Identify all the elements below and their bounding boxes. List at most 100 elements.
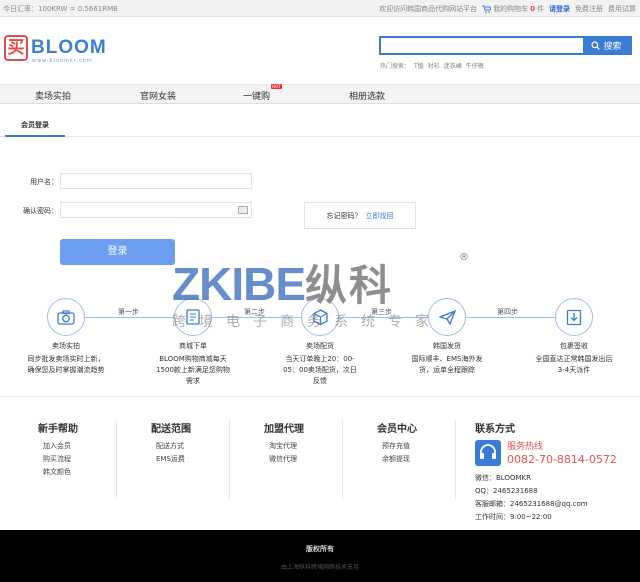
step-title: 卖场配货	[306, 342, 334, 350]
forgot-password-text: 忘记密码？	[326, 211, 362, 220]
tab-member-login[interactable]: 会员登录	[5, 115, 65, 137]
process-steps: 第一步 第二步 第三步 第四步 卖场实拍 同步批发卖场实时上新，确保您及时掌握潮…	[0, 290, 640, 385]
exchange-rate: 今日汇率：100KRW = 0.5661RMB	[3, 5, 118, 13]
forgot-password-box: 忘记密码？ 立即找回	[304, 202, 416, 229]
hotline-label: 服务热线	[507, 441, 544, 452]
footer-link[interactable]: 预存充值	[377, 440, 417, 453]
camera-icon	[47, 298, 85, 336]
footer-divider	[229, 419, 230, 499]
hot-keyword[interactable]: 连衣裙	[444, 61, 462, 70]
login-tabs: 会员登录	[0, 115, 640, 137]
step-title: 包裹签收	[560, 342, 588, 350]
step-title: 韩国发货	[433, 342, 461, 350]
footer-column-title: 配送范围	[151, 424, 191, 435]
username-label: 用户名：	[30, 178, 58, 186]
search-button[interactable]: 搜索	[583, 38, 630, 53]
cart-icon	[482, 5, 492, 13]
hotline-number: 0082-70-8814-0572	[507, 452, 617, 466]
step-item: 韩国发货 国际顺丰、EMS海外发货，运单全程跟踪	[407, 298, 487, 376]
copyright-text: 版权所有	[306, 545, 334, 553]
hot-keyword[interactable]: T恤	[414, 61, 424, 70]
nav-item-album-select[interactable]: 相册选款	[349, 89, 385, 102]
recover-password-link[interactable]: 立即找回	[366, 211, 394, 221]
logo-text: BLOOM	[31, 37, 107, 58]
search-input[interactable]	[381, 38, 583, 53]
footer-link[interactable]: 配送方式	[151, 440, 191, 453]
top-bar: 今日汇率：100KRW = 0.5661RMB 欢迎访问韩国商品代购网站平台 我…	[0, 0, 640, 17]
keyboard-icon[interactable]	[238, 206, 248, 214]
nav-item-one-click-buy[interactable]: 一键购	[243, 89, 270, 102]
search-box: 搜索	[379, 36, 632, 55]
search-button-label: 搜索	[603, 42, 622, 52]
username-field[interactable]	[60, 173, 252, 189]
cart-unit: 件	[537, 5, 544, 13]
box-icon	[301, 298, 339, 336]
footer-link[interactable]: 余额提现	[377, 453, 417, 466]
step-desc: 全国直达正常韩国发出后3-4天派件	[535, 355, 613, 374]
email-info: 客服邮箱：2465231688@qq.com	[475, 500, 588, 508]
step-item: 卖场配货 当天订单晚上20：00-05：00卖场配货，次日反馈	[280, 298, 360, 387]
hot-badge: HOT	[271, 84, 282, 89]
contact-title: 联系方式	[475, 424, 515, 435]
footer-link[interactable]: 购买流程	[38, 453, 78, 466]
hot-search: 热门搜索： T恤 衬衫 连衣裙 牛仔裤	[380, 61, 484, 70]
fee-calc-link[interactable]: 费用试算	[608, 4, 636, 14]
footer-column: 会员中心 预存充值 余额提现	[377, 420, 417, 466]
contact-info: 联系方式 服务热线 0082-70-8814-0572 微信：BLOOMKR Q…	[475, 420, 617, 524]
logo-url: www.bloomkr.com	[32, 58, 93, 64]
step-label: 第二步	[244, 308, 265, 316]
welcome-text: 欢迎访问韩国商品代购网站平台	[379, 5, 478, 13]
registered-mark: ®	[459, 252, 469, 263]
step-label: 第四步	[497, 308, 518, 316]
footer-column: 加盟代理 淘宝代理 微信代理	[264, 420, 304, 466]
step-item: 包裹签收 全国直达正常韩国发出后3-4天派件	[534, 298, 614, 376]
nav-item-official-womenswear[interactable]: 官网女装	[140, 89, 176, 102]
logo[interactable]: 买 BLOOM www.bloomkr.com	[4, 35, 107, 64]
step-title: 卖场实拍	[52, 342, 80, 350]
login-button[interactable]: 登录	[60, 239, 175, 265]
headset-icon	[475, 440, 501, 466]
footer-column-title: 加盟代理	[264, 424, 304, 435]
logo-mark: 买	[4, 35, 28, 61]
login-link[interactable]: 请登录	[549, 4, 570, 14]
footer-link[interactable]: 韩文颜色	[38, 466, 78, 479]
hot-search-label: 热门搜索：	[380, 63, 411, 70]
qq-info: QQ：2465231688	[475, 487, 538, 495]
footer-link[interactable]: EMS运费	[151, 453, 191, 466]
cart-link[interactable]: 我的购物车 0 件	[482, 4, 544, 14]
hot-keyword[interactable]: 衬衫	[428, 61, 440, 70]
search-icon	[591, 41, 601, 50]
step-desc: 同步批发卖场实时上新，确保您及时掌握潮流趋势	[27, 355, 105, 374]
step-item: 卖场实拍 同步批发卖场实时上新，确保您及时掌握潮流趋势	[26, 298, 106, 376]
step-desc: 国际顺丰、EMS海外发货，运单全程跟踪	[411, 355, 483, 374]
wechat-info: 微信：BLOOMKR	[475, 474, 531, 482]
cart-label: 我的购物车	[493, 5, 529, 13]
footer-column: 配送范围 配送方式 EMS运费	[151, 420, 191, 466]
step-desc: 当天订单晚上20：00-05：00卖场配货，次日反馈	[283, 355, 357, 385]
password-label: 确认密码：	[23, 207, 58, 215]
step-label: 第一步	[118, 308, 139, 316]
footer-column-title: 会员中心	[377, 424, 417, 435]
password-field[interactable]	[60, 202, 252, 218]
register-link[interactable]: 免费注册	[575, 4, 603, 14]
plane-icon	[428, 298, 466, 336]
footer-divider	[455, 419, 456, 499]
copyright-bar: 版权所有 由上海纵科跨境网络技术支持	[0, 530, 640, 582]
nav-item-market-photos[interactable]: 卖场实拍	[35, 89, 71, 102]
main-nav: 卖场实拍 官网女装 一键购 HOT 相册选款	[0, 84, 640, 104]
footer-divider	[116, 419, 117, 499]
footer-link[interactable]: 微信代理	[264, 453, 304, 466]
step-desc: BLOOM购物商城每天1500款上新满足您购物需求	[156, 355, 230, 385]
order-icon	[174, 298, 212, 336]
header: 买 BLOOM www.bloomkr.com 搜索 热门搜索： T恤 衬衫 连…	[0, 17, 640, 83]
footer-divider	[342, 419, 343, 499]
footer-link[interactable]: 淘宝代理	[264, 440, 304, 453]
download-icon	[555, 298, 593, 336]
footer-link[interactable]: 加入会员	[38, 440, 78, 453]
footer-column-title: 新手帮助	[38, 424, 78, 435]
hot-keyword[interactable]: 牛仔裤	[466, 61, 484, 70]
footer: 新手帮助 加入会员 购买流程 韩文颜色 配送范围 配送方式 EMS运费 加盟代理…	[0, 396, 640, 530]
step-title: 商城下单	[179, 342, 207, 350]
cart-count: 0	[530, 5, 535, 13]
hotline: 服务热线 0082-70-8814-0572	[475, 440, 617, 466]
